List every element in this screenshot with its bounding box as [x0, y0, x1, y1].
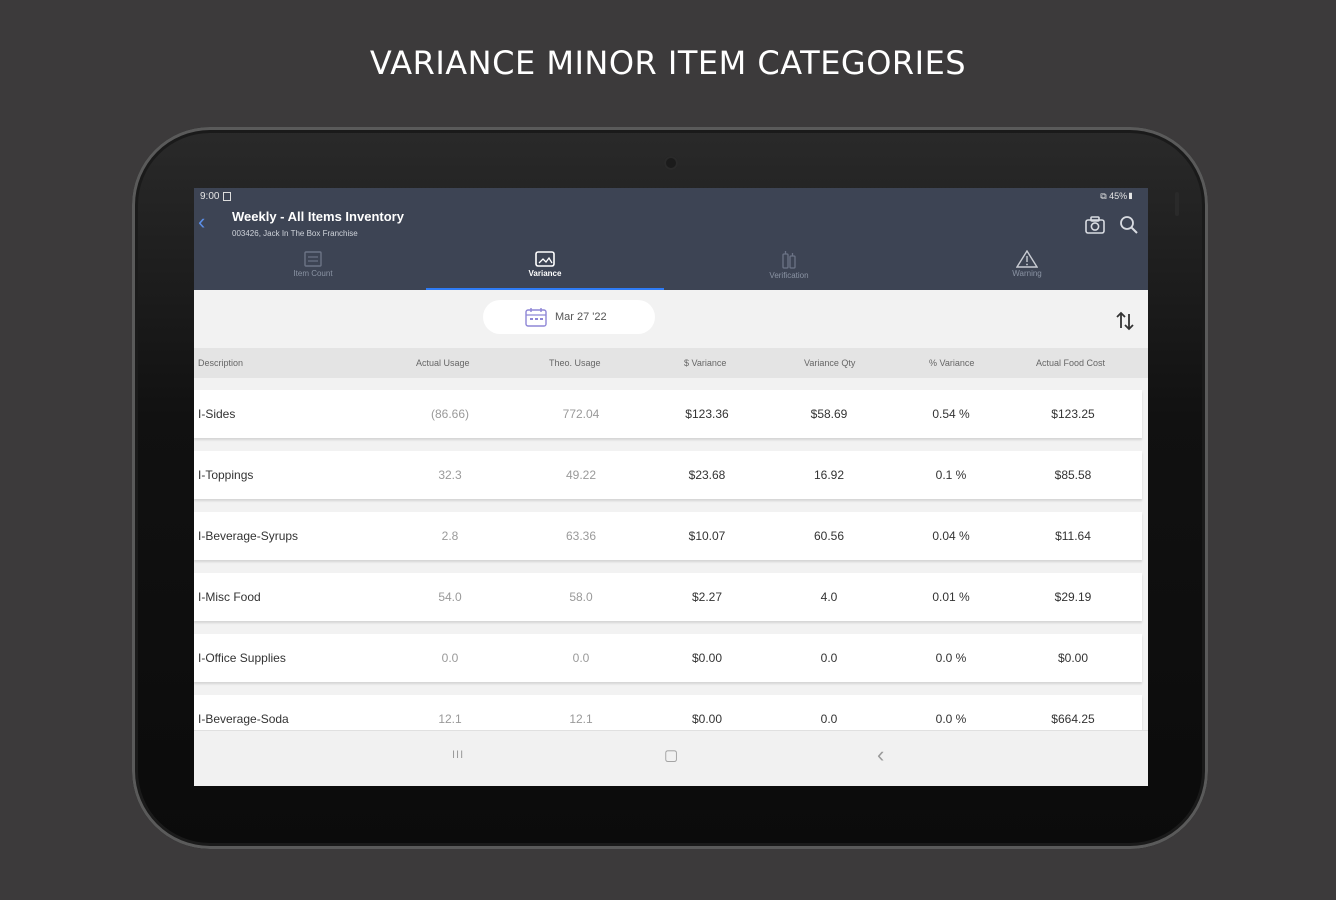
table-header: Description Actual Usage Theo. Usage $ V…: [194, 348, 1148, 378]
notification-icon: [223, 191, 232, 201]
row-theo-usage: 63.36: [565, 529, 597, 543]
row-variance-qty: 0.0: [820, 712, 838, 726]
row-theo-usage: 772.04: [562, 407, 600, 421]
row-percent-variance: 0.0 %: [935, 712, 967, 726]
tab-label: Verification: [769, 271, 809, 280]
row-dollar-variance: $2.27: [691, 590, 723, 604]
recents-icon[interactable]: III: [452, 749, 464, 761]
back-icon[interactable]: ‹: [877, 742, 884, 768]
table-row[interactable]: I-Toppings 32.3 49.22 $23.68 16.92 0.1 %…: [194, 451, 1142, 499]
warning-icon: [1016, 250, 1038, 268]
status-bar-right: ⧉ 45%▮: [1100, 191, 1134, 201]
row-description: I-Toppings: [198, 468, 254, 482]
row-theo-usage: 12.1: [569, 712, 593, 726]
row-actual-food-cost: $85.58: [1054, 468, 1092, 482]
back-arrow-icon[interactable]: ‹: [198, 211, 205, 233]
bottles-icon: [782, 251, 796, 269]
table-row[interactable]: I-Misc Food 54.0 58.0 $2.27 4.0 0.01 % $…: [194, 573, 1142, 621]
tab-variance[interactable]: Variance: [426, 246, 664, 290]
app-bar: 9:00 ⧉ 45%▮ ‹ Weekly - All Items Invento…: [194, 188, 1148, 290]
row-percent-variance: 0.1 %: [935, 468, 967, 482]
app-screen: 9:00 ⧉ 45%▮ ‹ Weekly - All Items Invento…: [194, 188, 1148, 786]
row-percent-variance: 0.54 %: [932, 407, 970, 421]
date-picker-button[interactable]: Mar 27 '22: [483, 300, 655, 334]
row-dollar-variance: $0.00: [691, 651, 723, 665]
row-description: I-Office Supplies: [198, 651, 286, 665]
row-actual-food-cost: $11.64: [1055, 529, 1091, 543]
sort-icon[interactable]: [1114, 310, 1136, 332]
table-row[interactable]: I-Sides (86.66) 772.04 $123.36 $58.69 0.…: [194, 390, 1142, 438]
row-dollar-variance: $10.07: [688, 529, 726, 543]
tab-bar: Item Count Variance Verification Warning: [194, 246, 1148, 290]
column-header-theo-usage[interactable]: Theo. Usage: [549, 358, 601, 368]
date-label: Mar 27 '22: [555, 311, 607, 323]
row-theo-usage: 49.22: [565, 468, 597, 482]
camera-icon[interactable]: [1084, 214, 1106, 236]
tab-label: Item Count: [293, 269, 333, 278]
column-header-variance-qty[interactable]: Variance Qty: [804, 358, 855, 368]
row-actual-food-cost: $29.19: [1054, 590, 1092, 604]
filter-toolbar: Mar 27 '22: [194, 290, 1148, 348]
column-header-actual-food-cost[interactable]: Actual Food Cost: [1036, 358, 1105, 368]
column-header-percent-variance[interactable]: % Variance: [929, 358, 974, 368]
row-variance-qty: 60.56: [813, 529, 845, 543]
tab-item-count[interactable]: Item Count: [194, 246, 432, 290]
row-description: I-Beverage-Soda: [198, 712, 289, 726]
page-title: Weekly - All Items Inventory: [232, 209, 404, 224]
row-variance-qty: 4.0: [820, 590, 838, 604]
tab-label: Warning: [1012, 269, 1042, 278]
table-row[interactable]: I-Office Supplies 0.0 0.0 $0.00 0.0 0.0 …: [194, 634, 1142, 682]
tab-label: Variance: [528, 269, 562, 278]
row-theo-usage: 58.0: [569, 590, 593, 604]
row-actual-usage: 12.1: [438, 712, 462, 726]
row-percent-variance: 0.04 %: [932, 529, 970, 543]
status-bar-left: 9:00: [200, 191, 232, 202]
table-row[interactable]: I-Beverage-Syrups 2.8 63.36 $10.07 60.56…: [194, 512, 1142, 560]
search-icon[interactable]: [1118, 214, 1140, 236]
row-actual-usage: 2.8: [441, 529, 459, 543]
page-subtitle: 003426, Jack In The Box Franchise: [232, 229, 358, 238]
row-actual-food-cost: $664.25: [1051, 712, 1095, 726]
column-header-dollar-variance[interactable]: $ Variance: [684, 358, 726, 368]
clipboard-icon: [304, 251, 322, 267]
tab-warning[interactable]: Warning: [908, 246, 1146, 290]
row-actual-usage: 32.3: [438, 468, 462, 482]
row-percent-variance: 0.0 %: [935, 651, 967, 665]
row-variance-qty: $58.69: [810, 407, 848, 421]
side-button: [1175, 192, 1179, 216]
calendar-icon: [525, 308, 547, 327]
system-nav-bar: III ▢ ‹: [194, 730, 1148, 786]
row-actual-food-cost: $0.00: [1057, 651, 1089, 665]
row-theo-usage: 0.0: [572, 651, 590, 665]
row-actual-usage: (86.66): [430, 407, 470, 421]
row-dollar-variance: $0.00: [691, 712, 723, 726]
row-actual-food-cost: $123.25: [1051, 407, 1095, 421]
row-dollar-variance: $23.68: [688, 468, 726, 482]
row-description: I-Misc Food: [198, 590, 261, 604]
row-actual-usage: 54.0: [438, 590, 462, 604]
row-description: I-Beverage-Syrups: [198, 529, 299, 543]
front-camera: [664, 156, 678, 170]
status-time: 9:00: [200, 191, 220, 202]
home-icon[interactable]: ▢: [664, 746, 678, 764]
column-header-actual-usage[interactable]: Actual Usage: [416, 358, 470, 368]
row-actual-usage: 0.0: [441, 651, 459, 665]
tab-verification[interactable]: Verification: [670, 246, 908, 290]
row-variance-qty: 0.0: [820, 651, 838, 665]
page-headline: VARIANCE MINOR ITEM CATEGORIES: [369, 44, 967, 82]
row-variance-qty: 16.92: [813, 468, 845, 482]
column-header-description[interactable]: Description: [198, 358, 243, 368]
image-frame-icon: [535, 251, 555, 267]
row-dollar-variance: $123.36: [685, 407, 729, 421]
row-description: I-Sides: [198, 407, 236, 421]
row-percent-variance: 0.01 %: [932, 590, 970, 604]
